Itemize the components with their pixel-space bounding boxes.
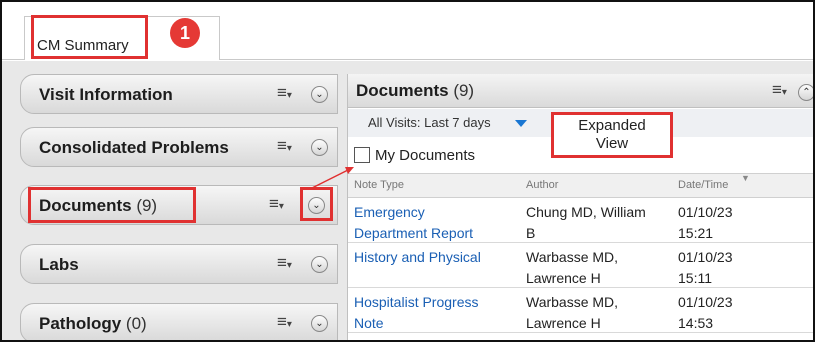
menu-icon[interactable]: ≡▾ xyxy=(277,136,292,156)
chevron-down-icon[interactable]: ⌄ xyxy=(311,256,328,273)
chevron-down-icon[interactable]: ⌄ xyxy=(311,315,328,332)
my-documents-label: My Documents xyxy=(375,147,476,164)
component-title: Consolidated Problems xyxy=(39,138,229,157)
chevron-down-icon[interactable]: ⌄ xyxy=(311,139,328,156)
chevron-up-icon[interactable]: ⌃ xyxy=(798,84,813,101)
document-row[interactable]: Hospitalist Progress Note Warbasse MD, Law… xyxy=(348,289,813,334)
component-consolidated-problems[interactable]: Consolidated Problems ≡▾ ⌄ xyxy=(20,127,338,167)
panel-header: Documents (9) ≡▾ ⌃ xyxy=(348,74,813,108)
date-cell: 01/10/23 15:11 xyxy=(678,249,733,286)
author-cell: Warbasse MD, Lawrence H xyxy=(526,294,619,331)
author-cell: Warbasse MD, Lawrence H xyxy=(526,249,619,286)
documents-grid-header: Note Type Author Date/Time ▼ xyxy=(348,173,813,198)
note-type-link[interactable]: Hospitalist Progress Note xyxy=(354,292,516,334)
menu-icon[interactable]: ≡▾ xyxy=(277,312,292,332)
callout-line: Expanded xyxy=(578,117,646,134)
component-title: Visit Information xyxy=(39,85,173,104)
documents-toggle-highlight xyxy=(300,187,333,221)
component-title: Labs xyxy=(39,255,79,274)
chevron-down-icon[interactable]: ⌄ xyxy=(311,86,328,103)
date-cell: 01/10/23 14:53 xyxy=(678,294,733,331)
author-cell: Chung MD, William B xyxy=(526,204,646,241)
column-date-time[interactable]: Date/Time xyxy=(678,179,728,191)
step-badge: 1 xyxy=(170,18,200,48)
component-title: Pathology (0) xyxy=(39,314,147,333)
panel-title: Documents (9) xyxy=(356,81,475,100)
summary-content: Visit Information ≡▾ ⌄ Consolidated Prob… xyxy=(2,61,813,340)
menu-icon[interactable]: ≡▾ xyxy=(772,80,787,100)
app-window: CM Summary 1 Visit Information ≡▾ ⌄ Cons… xyxy=(0,0,815,342)
menu-icon[interactable]: ≡▾ xyxy=(277,83,292,103)
column-author[interactable]: Author xyxy=(526,179,558,191)
my-documents-checkbox[interactable] xyxy=(354,147,370,163)
tab-bar: CM Summary 1 xyxy=(2,2,813,60)
date-cell: 01/10/23 15:21 xyxy=(678,204,733,241)
note-type-link[interactable]: History and Physical xyxy=(354,247,516,268)
dropdown-arrow-icon[interactable] xyxy=(515,120,527,127)
document-row[interactable]: History and Physical Warbasse MD, Lawrenc… xyxy=(348,244,813,288)
menu-icon[interactable]: ≡▾ xyxy=(277,253,292,273)
document-row[interactable]: Emergency Department Report Chung MD, Wil… xyxy=(348,199,813,244)
callout-line: View xyxy=(595,135,629,152)
component-pathology[interactable]: Pathology (0) ≡▾ ⌄ xyxy=(20,303,338,340)
expanded-view-callout: Expanded View xyxy=(551,112,673,158)
sort-icon: ▼ xyxy=(741,173,750,183)
component-visit-information[interactable]: Visit Information ≡▾ ⌄ xyxy=(20,74,338,114)
menu-icon[interactable]: ≡▾ xyxy=(269,194,284,214)
tab-highlight-box xyxy=(31,15,148,59)
visit-filter-dropdown[interactable]: All Visits: Last 7 days xyxy=(368,115,491,130)
documents-title-highlight xyxy=(28,187,196,223)
documents-expanded-panel: Documents (9) ≡▾ ⌃ All Visits: Last 7 da… xyxy=(347,74,813,340)
note-type-link[interactable]: Emergency Department Report xyxy=(354,202,516,244)
component-labs[interactable]: Labs ≡▾ ⌄ xyxy=(20,244,338,284)
column-note-type[interactable]: Note Type xyxy=(354,179,404,191)
